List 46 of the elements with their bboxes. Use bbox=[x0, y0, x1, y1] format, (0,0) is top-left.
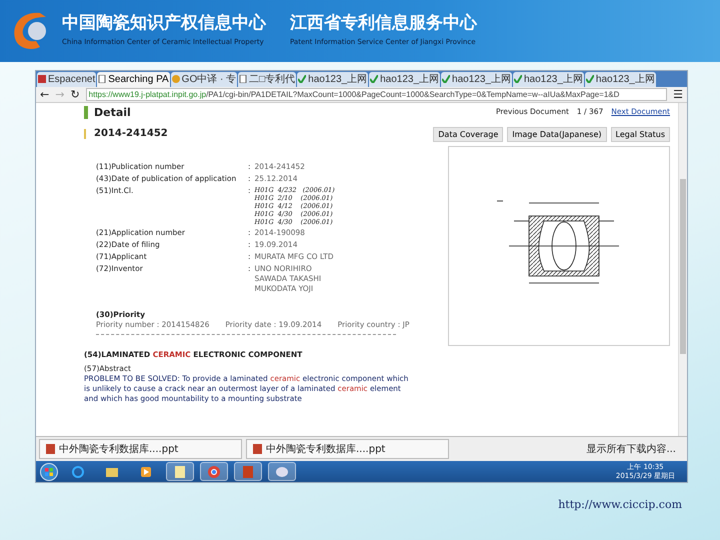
taskbar-app[interactable] bbox=[268, 462, 296, 482]
browser-tab[interactable]: Searching PA bbox=[97, 72, 170, 87]
check-icon bbox=[442, 75, 450, 84]
check-icon bbox=[298, 75, 306, 84]
document-icon bbox=[46, 444, 55, 454]
browser-tab[interactable]: hao123_上网 bbox=[584, 72, 656, 87]
page-icon bbox=[98, 75, 106, 84]
taskbar-app[interactable] bbox=[234, 462, 262, 482]
show-all-downloads-link[interactable]: 显示所有下载内容... bbox=[586, 442, 676, 457]
start-button[interactable] bbox=[40, 462, 58, 481]
document-icon bbox=[253, 444, 262, 454]
center-name: 江西省专利信息服务中心 bbox=[290, 14, 477, 34]
taskbar-app[interactable] bbox=[200, 462, 228, 482]
taskbar-app[interactable] bbox=[166, 462, 194, 482]
check-icon bbox=[370, 75, 378, 84]
link-button[interactable]: Legal Status bbox=[610, 126, 670, 142]
browser-tab[interactable]: hao123_上网 bbox=[512, 72, 584, 87]
center-name: 中国陶瓷知识产权信息中心 bbox=[62, 14, 266, 34]
play-icon bbox=[138, 464, 154, 479]
chrome-icon bbox=[206, 464, 222, 479]
browser-tab[interactable]: hao123_上网 bbox=[441, 72, 512, 87]
note-icon bbox=[172, 464, 188, 479]
browser-tab[interactable]: GO中译 · 专 bbox=[170, 72, 238, 87]
page-icon bbox=[239, 75, 248, 84]
reload-button[interactable]: ↻ bbox=[70, 88, 80, 100]
link-button[interactable]: Data Coverage bbox=[433, 126, 504, 142]
download-item[interactable]: 中外陶瓷专利数据库....ppt bbox=[39, 439, 242, 460]
presentation-icon bbox=[240, 464, 256, 479]
browser-tab[interactable]: Espacenet bbox=[37, 72, 96, 87]
browser-tab[interactable]: hao123_上网 bbox=[369, 72, 440, 87]
menu-button[interactable]: ☰ bbox=[673, 88, 683, 100]
site-icon bbox=[38, 75, 46, 84]
browser-tab[interactable]: hao123_上网 bbox=[297, 72, 368, 87]
document-number: 2014-241452 bbox=[84, 129, 168, 140]
link-button[interactable]: Image Data(Japanese) bbox=[507, 126, 607, 142]
section-heading: Detail bbox=[84, 106, 131, 119]
check-icon bbox=[586, 75, 594, 84]
check-icon bbox=[514, 75, 522, 84]
back-button[interactable]: ← bbox=[40, 88, 50, 100]
download-item[interactable]: 中外陶瓷专利数据库....ppt bbox=[246, 439, 449, 460]
scrollbar[interactable] bbox=[678, 102, 687, 436]
website-url: http://www.ciccip.com bbox=[557, 497, 683, 513]
address-field[interactable]: https://www19.j-platpat.inpit.go.jp/PA1/cgi-bin/PA1DETAIL?MaxCount=1000&PageCount=1000&SearchType=0&TempName=w--aIUa&MaxPage=1&D bbox=[86, 88, 668, 101]
browser-icon bbox=[70, 464, 86, 479]
globe-icon bbox=[172, 75, 180, 84]
browser-tab[interactable]: 二□专利代 bbox=[238, 72, 296, 87]
